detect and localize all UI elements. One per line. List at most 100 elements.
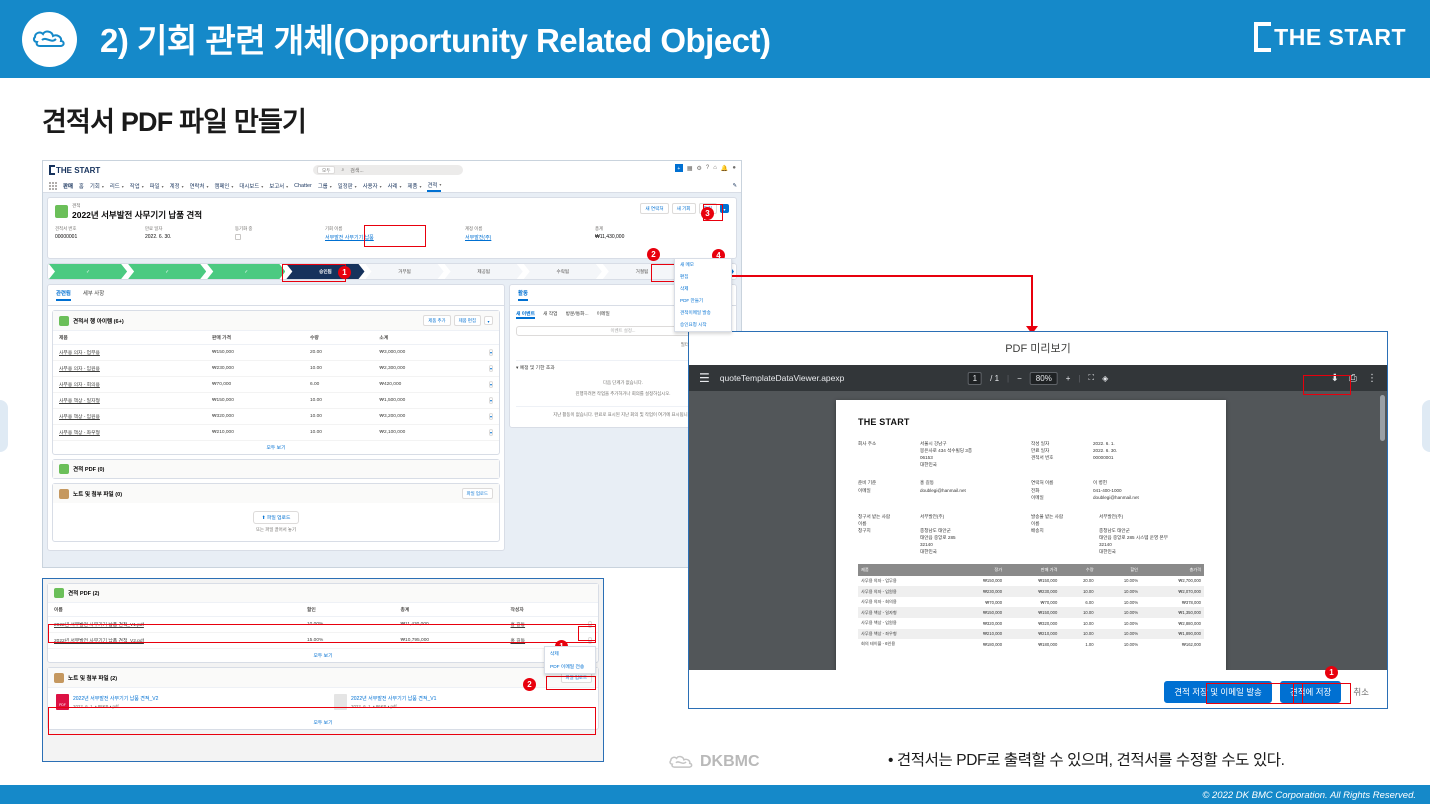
row-menu-icon[interactable]: ▾ (488, 349, 493, 356)
nav-item-14[interactable]: 사례 ▾ (388, 182, 402, 191)
field-value-link[interactable]: 서부발전(주) (465, 234, 595, 241)
menu-item-edit[interactable]: 편집 (675, 271, 731, 283)
upload-files-dropzone-button[interactable]: ⬆ 파일 업로드 (252, 511, 300, 524)
file-dropzone[interactable]: ⬆ 파일 업로드 또는 파일 끌어서 놓기 (53, 503, 499, 541)
search-input[interactable]: 검색... (350, 167, 363, 174)
tab-new-task[interactable]: 새 작업 (543, 310, 558, 319)
row-menu-icon[interactable]: ▾ (488, 397, 493, 404)
row-actions-dropdown[interactable]: 삭제 PDF 이메일 전송 (544, 646, 596, 674)
nav-item-2[interactable]: 리드 ▾ (110, 182, 124, 191)
apps-icon[interactable]: ▦ (687, 165, 693, 172)
tab-new-event[interactable]: 새 이벤트 (516, 310, 535, 319)
cell-pdf-name[interactable]: 2022년 서부발전 사무기기 납품 견적_V2.pdf (48, 632, 301, 649)
slide-nav-left[interactable] (0, 400, 8, 452)
more-options-icon[interactable]: ⋮ (1367, 373, 1377, 384)
list-item[interactable]: PDF 2022년 서부발전 사무기기 납품 견적_V2 2022. 6. 1.… (56, 694, 312, 710)
path-stage-rejected[interactable]: 거부됨 (366, 264, 444, 279)
tab-log-call[interactable]: 방문/통화... (566, 310, 589, 319)
path-stage-1[interactable]: ✓ (128, 264, 206, 279)
record-actions-dropdown[interactable]: 새 메모 편집 삭제 PDF 만들기 견적이메일 발송 승인요청 시작 (674, 258, 732, 332)
view-all-link[interactable]: 모두 보기 (48, 649, 598, 662)
sidebar-toggle-icon[interactable]: ☰ (699, 371, 710, 385)
view-all-link[interactable]: 모두 보기 (53, 441, 499, 454)
tab-related[interactable]: 관련됨 (56, 289, 71, 301)
nav-item-5[interactable]: 계정 ▾ (170, 182, 184, 191)
help-icon[interactable]: ? (706, 165, 709, 171)
pencil-icon[interactable]: ✎ (732, 183, 741, 189)
row-menu-icon[interactable]: ▾ (587, 621, 592, 628)
tab-activity[interactable]: 활동 (518, 289, 528, 301)
cell-product[interactable]: 사무용 책상 - 임원용 (53, 408, 206, 425)
app-launcher-icon[interactable] (49, 182, 57, 190)
download-icon[interactable]: ⬇ (1331, 373, 1339, 384)
page-number-input[interactable]: 1 (967, 371, 983, 385)
zoom-in-icon[interactable]: + (1066, 374, 1071, 383)
row-menu-icon[interactable]: ▾ (488, 429, 493, 436)
nav-item-15[interactable]: 제품 ▾ (408, 182, 422, 191)
related-list-menu-icon[interactable]: ▾ (484, 316, 493, 325)
nav-item-10[interactable]: Chatter (294, 183, 312, 189)
edit-product-button[interactable]: 제품 편집 (453, 315, 481, 326)
tab-email[interactable]: 이메일 (597, 310, 610, 319)
new-opportunity-button[interactable]: 새 기회 (671, 203, 696, 214)
nav-item-3[interactable]: 작업 ▾ (130, 182, 144, 191)
file-name[interactable]: 2022년 서부발전 사무기기 납품 견적_V1 (351, 695, 436, 702)
zoom-out-icon[interactable]: − (1017, 374, 1022, 383)
rotate-icon[interactable]: ◈ (1102, 374, 1108, 383)
path-stage-2[interactable]: ✓ (207, 264, 285, 279)
nav-item-1[interactable]: 기회 ▾ (90, 182, 104, 191)
path-stage-denied[interactable]: 거절됨 (603, 264, 681, 279)
tab-details[interactable]: 세부 사항 (83, 289, 104, 301)
cancel-button[interactable]: 취소 (1349, 682, 1373, 702)
nav-item-8[interactable]: 대시보드 ▾ (239, 182, 263, 191)
nav-item-0[interactable]: 홈 (79, 182, 84, 190)
home-icon[interactable]: ⌂ (713, 165, 717, 171)
nav-item-7[interactable]: 캠페인 ▾ (214, 182, 233, 191)
path-stage-approved[interactable]: 승인됨 (286, 264, 364, 279)
menu-item-create-pdf[interactable]: PDF 만들기 (675, 295, 731, 307)
menu-item-submit-approval[interactable]: 승인요청 시작 (675, 319, 731, 331)
path-stage-accepted[interactable]: 수락됨 (524, 264, 602, 279)
cell-product[interactable]: 사무용 의자 - 회의용 (53, 376, 206, 393)
cell-product[interactable]: 사무용 책상 - 일자형 (53, 392, 206, 409)
pdf-scrollbar[interactable] (1380, 395, 1385, 441)
sf-global-search[interactable]: 모두 ⌕ 검색... (313, 165, 463, 175)
nav-item-9[interactable]: 보고서 ▾ (269, 182, 288, 191)
cell-product[interactable]: 사무용 책상 - 좌우형 (53, 424, 206, 441)
path-stage-presented[interactable]: 제공됨 (445, 264, 523, 279)
nav-item-12[interactable]: 일정판 ▾ (338, 182, 357, 191)
row-menu-icon[interactable]: ▾ (488, 381, 493, 388)
plus-icon[interactable]: + (674, 164, 683, 172)
upload-files-button[interactable]: 파일 업로드 (461, 488, 493, 499)
cell-pdf-name[interactable]: 2022년 서부발전 사무기기 납품 견적_V1.pdf (48, 616, 301, 633)
nav-item-13[interactable]: 사용자 ▾ (363, 182, 382, 191)
path-stage-0[interactable]: ✓ (49, 264, 127, 279)
avatar[interactable]: ● (732, 165, 736, 171)
list-item[interactable]: 2022년 서부발전 사무기기 납품 견적_V1 2022. 6. 1. • 8… (334, 694, 590, 710)
notifications-icon[interactable]: 🔔 (721, 165, 728, 172)
cell-product[interactable]: 사무용 의자 - 임원용 (53, 360, 206, 377)
row-menu-icon[interactable]: ▾ (587, 637, 592, 644)
cell-creator[interactable]: 홍 길동 (504, 616, 582, 633)
record-actions-menu-button[interactable]: ▾ (720, 204, 729, 213)
row-menu-icon[interactable]: ▾ (488, 365, 493, 372)
slide-nav-right[interactable] (1422, 400, 1430, 452)
new-contact-button[interactable]: 새 연락처 (640, 203, 669, 214)
fit-page-icon[interactable]: ⛶ (1089, 373, 1095, 383)
print-icon[interactable]: ⎙ (1349, 373, 1357, 384)
nav-item-6[interactable]: 연락처 ▾ (190, 182, 209, 191)
menu-item-new-note[interactable]: 새 메모 (675, 259, 731, 271)
zoom-level[interactable]: 80% (1029, 371, 1058, 385)
save-and-email-quote-button[interactable]: 견적 저장 및 이메일 발송 (1164, 681, 1272, 703)
setup-icon[interactable]: ⚙ (697, 165, 702, 172)
cell-product[interactable]: 사무용 의자 - 업무용 (53, 344, 206, 361)
view-all-link[interactable]: 모두 보기 (48, 716, 598, 729)
menu-item-delete[interactable]: 삭제 (545, 647, 595, 660)
menu-item-email-quote[interactable]: 견적이메일 발송 (675, 307, 731, 319)
nav-item-quote[interactable]: 견적 ▾ (427, 181, 442, 192)
row-menu-icon[interactable]: ▾ (488, 413, 493, 420)
nav-item-11[interactable]: 그룹 ▾ (318, 182, 332, 191)
add-product-button[interactable]: 제품 추가 (423, 315, 451, 326)
file-name[interactable]: 2022년 서부발전 사무기기 납품 견적_V2 (73, 695, 158, 702)
field-value-link[interactable]: 서부발전 사무기기 납품 (325, 234, 465, 241)
